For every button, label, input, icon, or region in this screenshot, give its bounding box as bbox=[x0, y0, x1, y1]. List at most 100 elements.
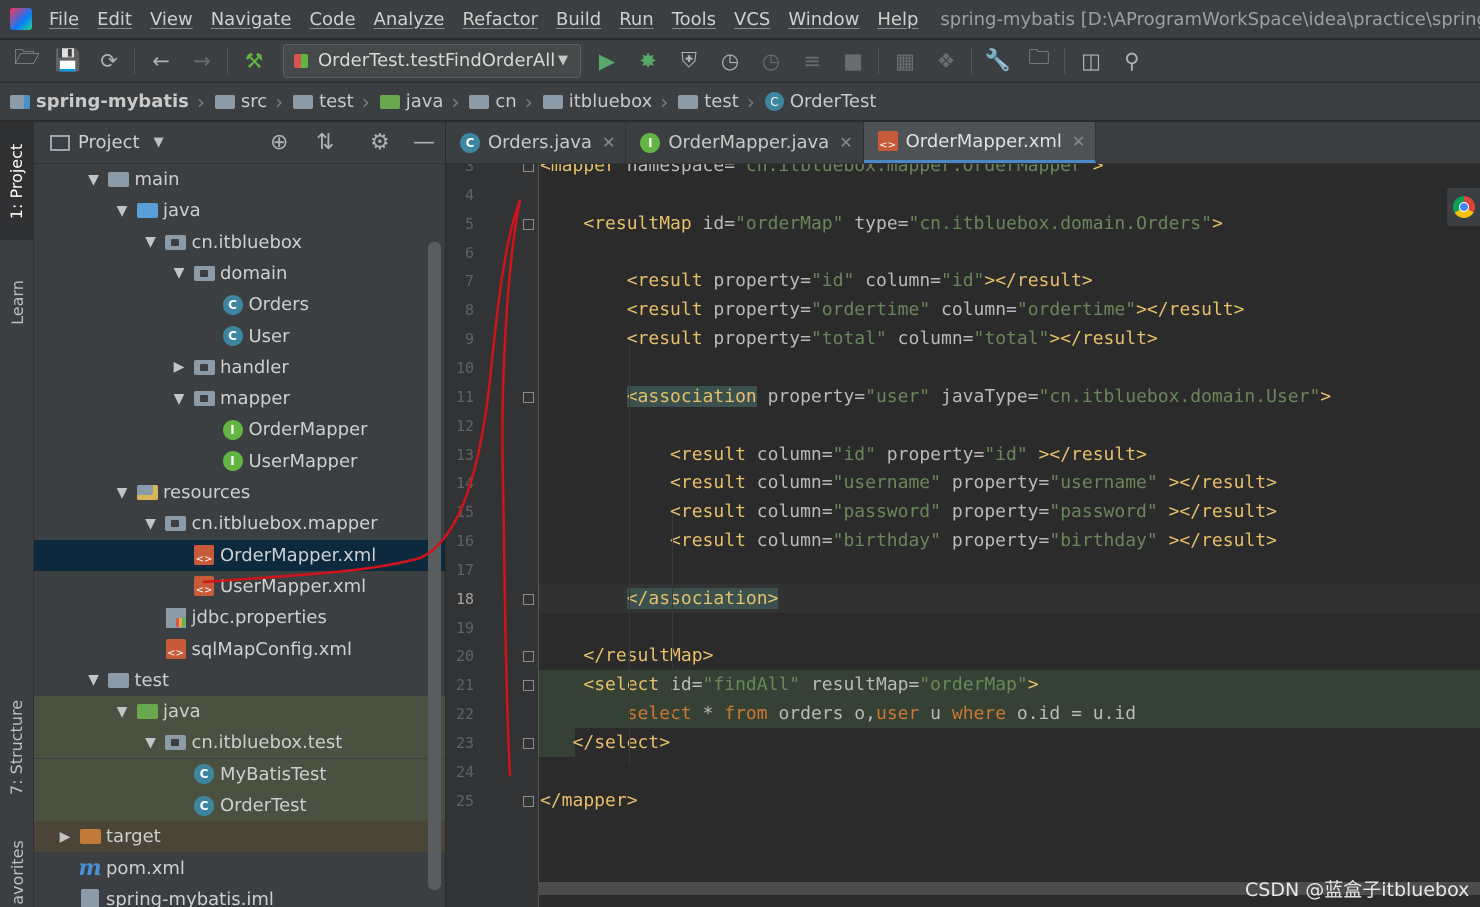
chevron-right-icon[interactable]: ▶ bbox=[57, 829, 73, 845]
sync-icon[interactable]: ⟳ bbox=[94, 46, 124, 76]
breadcrumb-item-test[interactable]: test › bbox=[283, 90, 370, 114]
project-structure-icon[interactable]: ▦ bbox=[890, 46, 920, 76]
hide-panel-icon[interactable]: — bbox=[413, 130, 435, 155]
presentation-icon[interactable]: ◫ bbox=[1076, 46, 1106, 76]
stop-icon[interactable]: ■ bbox=[838, 46, 868, 76]
tree-item[interactable]: ▼ java bbox=[34, 195, 445, 226]
chevron-down-icon[interactable]: ▼ bbox=[171, 265, 187, 281]
chevron-down-icon[interactable]: ▼ bbox=[86, 172, 102, 188]
tree-item[interactable]: I UserMapper bbox=[34, 446, 445, 477]
fold-marker-icon[interactable] bbox=[523, 795, 534, 807]
chevron-down-icon[interactable]: ▼ bbox=[86, 672, 102, 688]
tree-item[interactable]: ▼ cn.itbluebox bbox=[34, 227, 445, 258]
chevron-right-icon[interactable]: ▶ bbox=[171, 359, 187, 375]
project-view-select[interactable]: Project bbox=[78, 132, 140, 153]
tab-orders-java[interactable]: C Orders.java ✕ bbox=[446, 122, 627, 163]
tree-item[interactable]: C MyBatisTest bbox=[34, 758, 445, 790]
locate-file-icon[interactable]: ⊕ bbox=[270, 130, 288, 155]
code-editor[interactable]: 3 4 5 6 7 8 9 10 11 12 13 14 15 16 17 18 19 20 21 22 23 24 25 … bbox=[446, 164, 1480, 907]
save-icon[interactable]: 💾 bbox=[53, 46, 83, 76]
chevron-down-icon[interactable]: ▼ bbox=[114, 203, 130, 219]
menu-navigate[interactable]: Navigate bbox=[211, 9, 292, 30]
profile-icon[interactable]: ◷ bbox=[715, 46, 745, 76]
chevron-down-icon[interactable]: ▼ bbox=[171, 391, 187, 407]
tree-item[interactable]: <> UserMapper.xml bbox=[34, 571, 445, 602]
run-concurrent-icon[interactable]: ≡ bbox=[797, 46, 827, 76]
tree-item[interactable]: ▼ test bbox=[34, 665, 445, 696]
close-icon[interactable]: ✕ bbox=[602, 133, 615, 152]
fold-marker-icon[interactable] bbox=[523, 391, 534, 403]
menu-analyze[interactable]: Analyze bbox=[374, 9, 445, 30]
project-structure-folder-icon[interactable]: 🗀 bbox=[1024, 45, 1054, 76]
run-configuration-select[interactable]: OrderTest.testFindOrderAll ▼ bbox=[283, 43, 581, 78]
sdk-icon[interactable]: ❖ bbox=[931, 46, 961, 76]
tree-item[interactable]: C OrderTest bbox=[34, 790, 445, 821]
tree-scrollbar[interactable] bbox=[428, 242, 441, 890]
menu-window[interactable]: Window bbox=[788, 9, 859, 30]
fold-marker-icon[interactable] bbox=[523, 164, 534, 172]
tool-tab-structure[interactable]: 7: Structure bbox=[0, 677, 34, 817]
tool-tab-learn[interactable]: Learn bbox=[0, 252, 34, 352]
tree-item[interactable]: ▼ domain bbox=[34, 258, 445, 289]
fold-marker-icon[interactable] bbox=[523, 651, 534, 663]
tab-ordermapper-xml[interactable]: <> OrderMapper.xml ✕ bbox=[863, 122, 1097, 163]
fold-marker-icon[interactable] bbox=[523, 738, 534, 749]
build-hammer-icon[interactable]: ⚒ bbox=[239, 46, 269, 76]
chevron-down-icon[interactable]: ▼ bbox=[143, 735, 159, 751]
forward-icon[interactable]: → bbox=[187, 46, 217, 76]
breadcrumb-item-java[interactable]: java › bbox=[370, 90, 459, 114]
menu-code[interactable]: Code bbox=[309, 9, 355, 30]
tree-item[interactable]: <> OrderMapper.xml bbox=[34, 539, 445, 571]
tree-item[interactable]: spring-mybatis.iml bbox=[34, 884, 445, 907]
coverage-icon[interactable]: ⛨ bbox=[674, 46, 704, 76]
menu-vcs[interactable]: VCS bbox=[734, 9, 770, 30]
tree-item[interactable]: ▼ resources bbox=[34, 477, 445, 508]
breadcrumb-item-project[interactable]: spring-mybatis › bbox=[0, 90, 205, 114]
breadcrumb-item-test-package[interactable]: test › bbox=[668, 90, 755, 114]
collapse-all-icon[interactable]: ⇅ bbox=[316, 130, 334, 155]
fold-marker-icon[interactable] bbox=[523, 680, 534, 692]
tree-item[interactable]: ▼ main bbox=[34, 164, 445, 195]
chevron-down-icon[interactable]: ▼ bbox=[143, 234, 159, 250]
tree-item[interactable]: jdbc.properties bbox=[34, 602, 445, 633]
profile-attach-icon[interactable]: ◷ bbox=[756, 46, 786, 76]
back-icon[interactable]: ← bbox=[146, 46, 176, 76]
menu-run[interactable]: Run bbox=[619, 9, 654, 30]
tree-item[interactable]: <> sqlMapConfig.xml bbox=[34, 634, 445, 665]
menu-build[interactable]: Build bbox=[556, 9, 601, 30]
breadcrumb-item-ordertest[interactable]: C OrderTest bbox=[755, 91, 876, 112]
breadcrumb-item-src[interactable]: src › bbox=[205, 90, 283, 114]
menu-edit[interactable]: Edit bbox=[97, 9, 132, 30]
tree-item[interactable]: ▼ cn.itbluebox.test bbox=[34, 727, 445, 759]
close-icon[interactable]: ✕ bbox=[839, 133, 852, 152]
tool-tab-project[interactable]: 1: Project bbox=[0, 122, 34, 240]
tree-item[interactable]: m pom.xml bbox=[34, 853, 445, 884]
menu-view[interactable]: View bbox=[150, 9, 193, 30]
search-icon[interactable]: ⚲ bbox=[1117, 46, 1147, 76]
run-icon[interactable]: ▶ bbox=[592, 46, 622, 76]
menu-file[interactable]: File bbox=[49, 9, 79, 30]
tree-item[interactable]: ▼ cn.itbluebox.mapper bbox=[34, 508, 445, 539]
fold-marker-icon[interactable] bbox=[523, 218, 534, 230]
settings-wrench-icon[interactable]: 🔧 bbox=[983, 46, 1013, 76]
tree-item[interactable]: C User bbox=[34, 321, 445, 352]
gear-icon[interactable]: ⚙ bbox=[370, 130, 390, 155]
breadcrumb-item-cn[interactable]: cn › bbox=[459, 90, 533, 114]
open-folder-icon[interactable]: 🗁 bbox=[12, 45, 42, 76]
breadcrumb-item-itbluebox[interactable]: itbluebox › bbox=[533, 90, 668, 114]
close-icon[interactable]: ✕ bbox=[1072, 132, 1085, 151]
tree-item[interactable]: ▶ target bbox=[34, 821, 445, 853]
browser-preview-icon[interactable] bbox=[1447, 188, 1480, 226]
menu-help[interactable]: Help bbox=[877, 9, 918, 30]
menu-refactor[interactable]: Refactor bbox=[462, 9, 538, 30]
chevron-down-icon[interactable]: ▼ bbox=[143, 516, 159, 532]
tree-item[interactable]: ▶ handler bbox=[34, 352, 445, 383]
tree-item[interactable]: ▼ mapper bbox=[34, 383, 445, 414]
tool-tab-favorites[interactable]: avorites bbox=[0, 837, 34, 907]
chevron-down-icon[interactable]: ▼ bbox=[114, 485, 130, 501]
tab-ordermapper-java[interactable]: I OrderMapper.java ✕ bbox=[626, 122, 864, 163]
tree-item[interactable]: ▼ java bbox=[34, 696, 445, 728]
fold-marker-icon[interactable] bbox=[523, 593, 534, 605]
tree-item[interactable]: C Orders bbox=[34, 289, 445, 320]
menu-tools[interactable]: Tools bbox=[672, 9, 716, 30]
